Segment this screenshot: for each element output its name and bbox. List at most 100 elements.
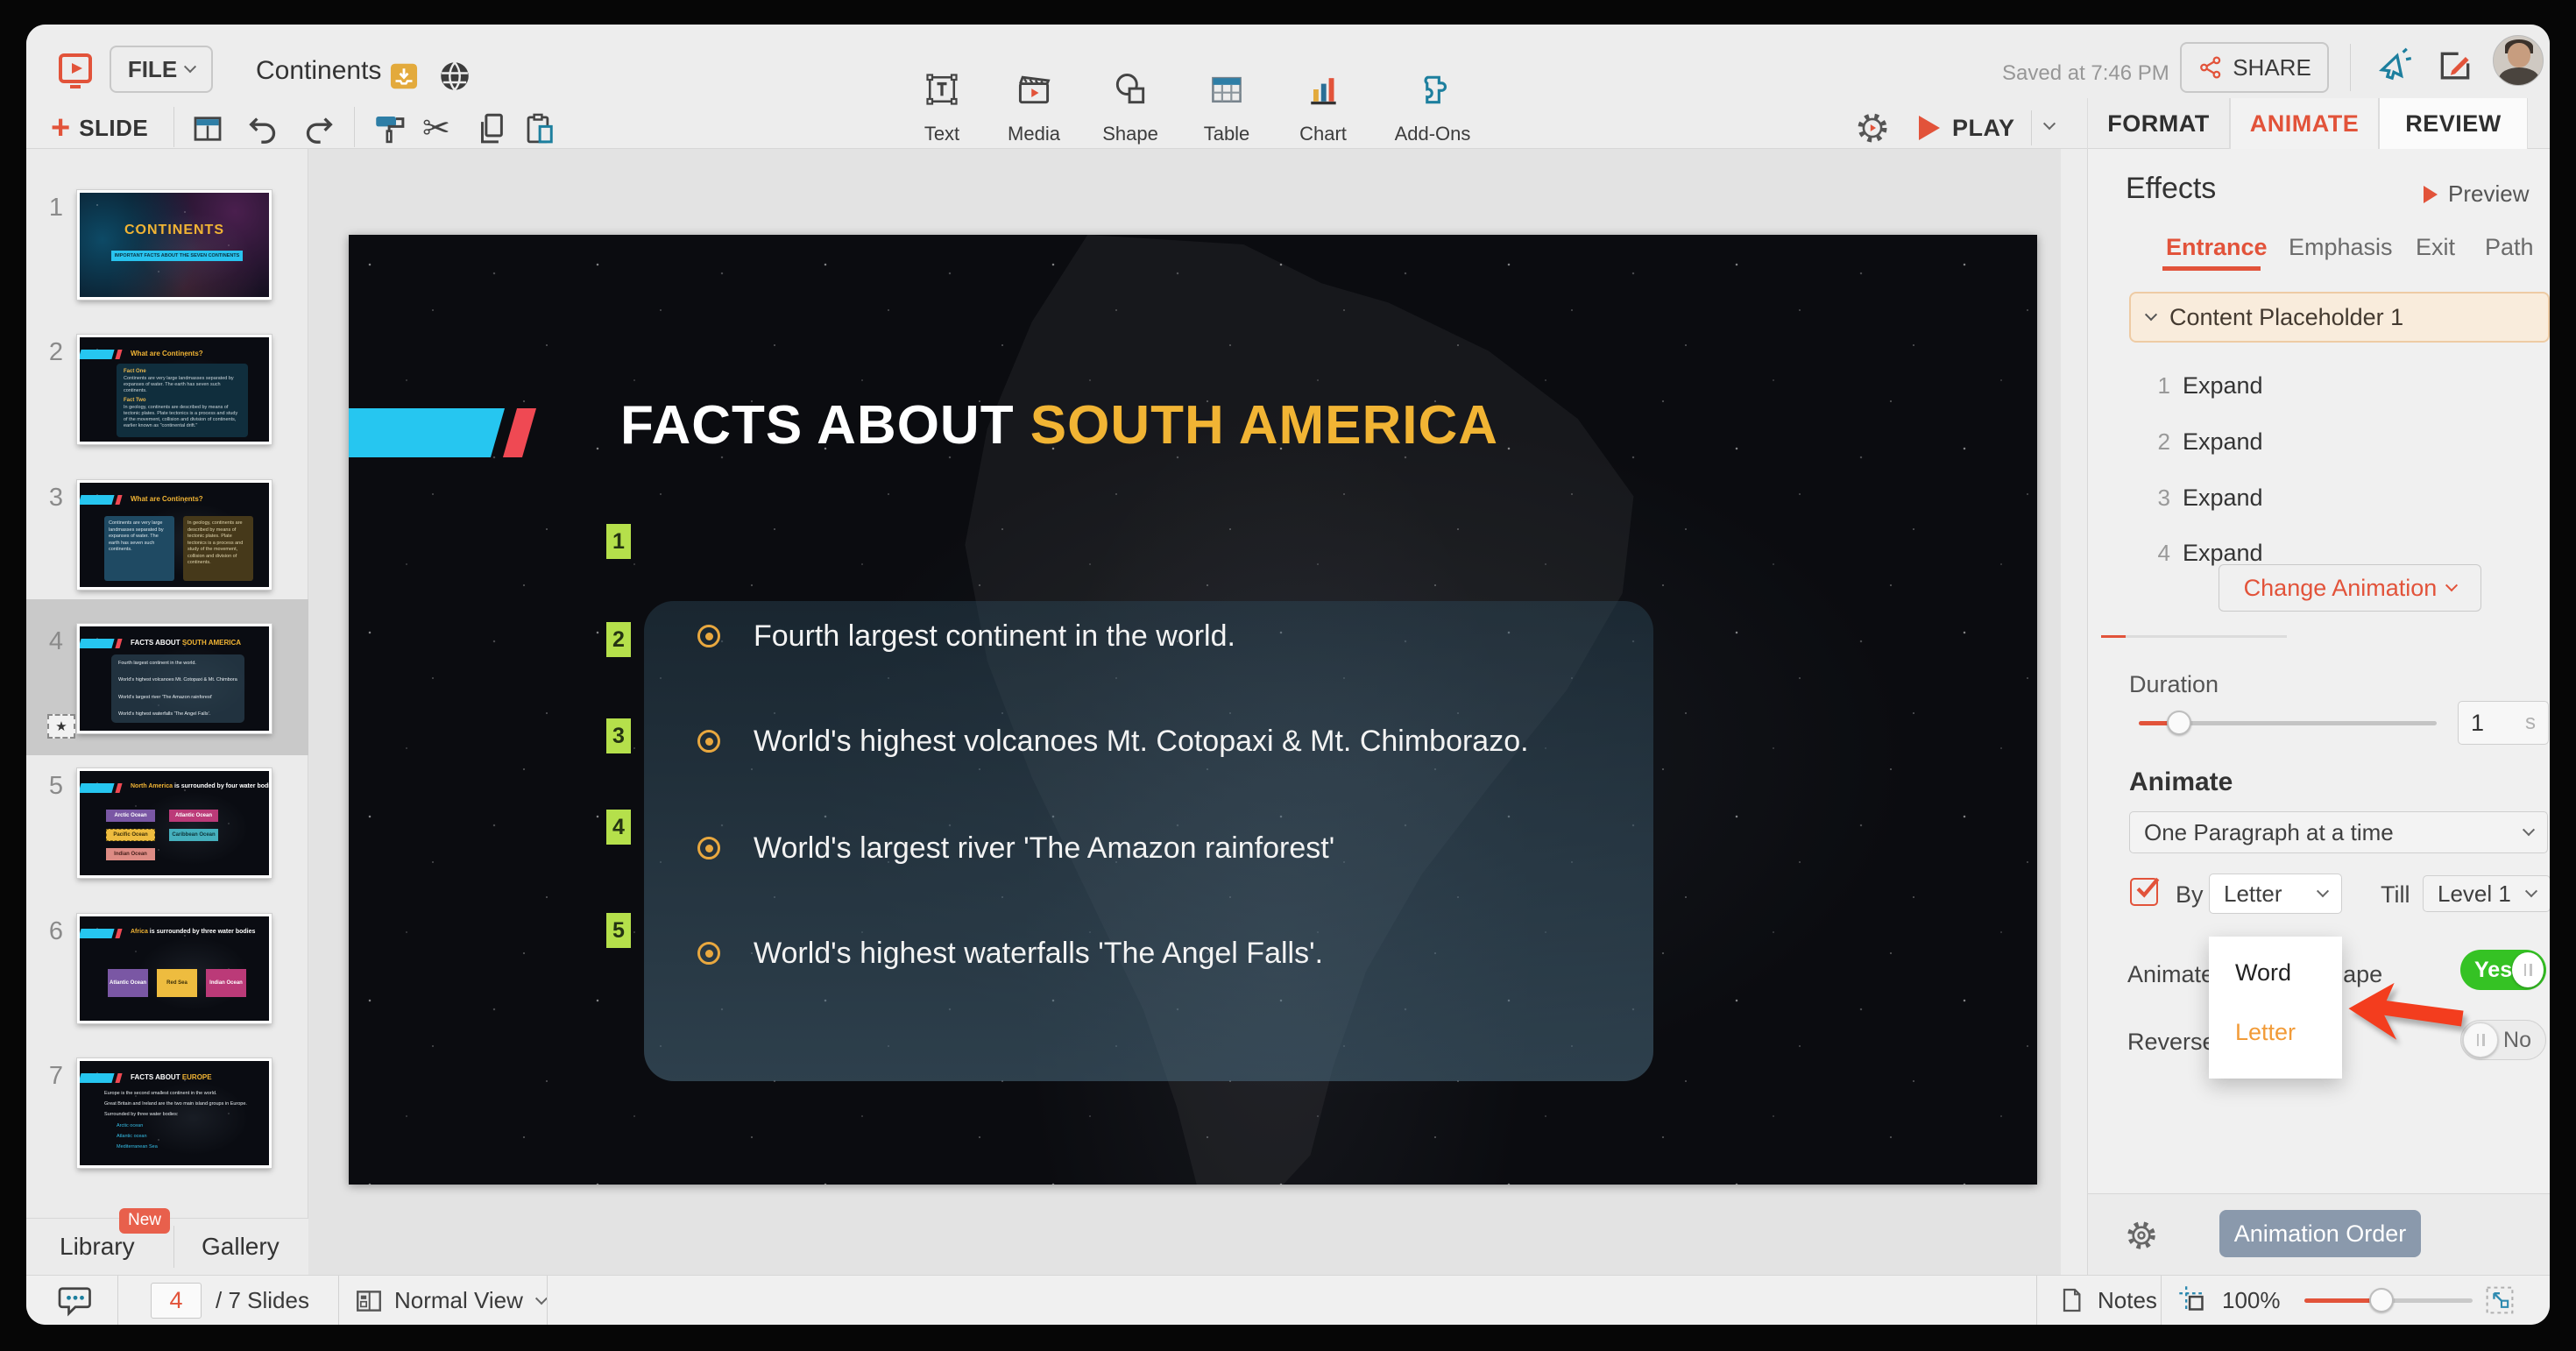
redo-icon[interactable] — [301, 112, 336, 152]
app-logo-icon[interactable] — [54, 47, 96, 95]
animate-shape-toggle[interactable]: Yes — [2460, 950, 2546, 990]
addons-button[interactable]: Add-Ons — [1389, 70, 1476, 145]
change-animation-button[interactable]: Change Animation — [2219, 564, 2481, 612]
thumb2-fact2-label: Fact Two — [124, 398, 146, 403]
reverse-toggle[interactable]: No — [2460, 1020, 2546, 1060]
animation-order-badge[interactable]: 4 — [606, 810, 631, 845]
file-menu-label: FILE — [127, 55, 178, 82]
tab-format[interactable]: FORMAT — [2087, 98, 2230, 149]
document-title[interactable]: Continents — [256, 56, 381, 86]
animation-order-badge[interactable]: 1 — [606, 524, 631, 559]
animation-order-badge[interactable]: 5 — [606, 913, 631, 948]
placeholder-group-header[interactable]: Content Placeholder 1 — [2129, 292, 2550, 343]
tab-entrance[interactable]: Entrance — [2166, 234, 2268, 261]
insert-media-button[interactable]: Media — [990, 70, 1078, 145]
zoom-slider-knob[interactable] — [2369, 1288, 2394, 1312]
cut-icon[interactable]: ✂ — [422, 109, 450, 148]
add-slide-button[interactable]: + SLIDE — [51, 107, 148, 149]
share-button[interactable]: SHARE — [2180, 42, 2329, 93]
play-button[interactable]: PLAY — [1919, 107, 2015, 149]
divider — [2031, 110, 2032, 145]
slide-thumbnail-4[interactable]: FACTS ABOUT SOUTH AMERICA Fourth largest… — [77, 624, 272, 733]
divider — [117, 1276, 118, 1325]
animation-settings-gear-icon[interactable] — [2123, 1217, 2160, 1258]
effect-item[interactable]: 2 Expand — [2088, 421, 2550, 463]
chart-tool-label: Chart — [1299, 123, 1347, 145]
tab-animate[interactable]: ANIMATE — [2230, 98, 2379, 149]
chevron-down-icon — [2316, 885, 2330, 898]
by-select[interactable]: Letter — [2209, 874, 2342, 914]
preview-button[interactable]: Preview — [2424, 180, 2529, 208]
play-label: PLAY — [1952, 114, 2015, 141]
till-select[interactable]: Level 1 — [2423, 875, 2550, 912]
thumb4-title: FACTS ABOUT SOUTH AMERICA — [131, 639, 242, 647]
slide-title[interactable]: FACTS ABOUT SOUTH AMERICA — [620, 394, 1498, 456]
file-menu-button[interactable]: FILE — [110, 46, 213, 93]
current-slide-number: 4 — [169, 1287, 183, 1313]
effect-item[interactable]: 1 Expand — [2088, 364, 2550, 407]
notes-button[interactable]: Notes — [2057, 1286, 2157, 1314]
paste-icon[interactable] — [522, 110, 559, 152]
entrance-tab-underline — [2162, 266, 2261, 271]
slide-thumbnail-6[interactable]: Africa is surrounded by three water bodi… — [77, 914, 272, 1023]
insert-chart-button[interactable]: Chart — [1279, 70, 1367, 145]
fit-to-screen-icon[interactable] — [2485, 1285, 2515, 1319]
present-settings-icon[interactable] — [1853, 109, 1892, 152]
thumb7-sub-bullet: Mediterranean Sea — [117, 1144, 158, 1149]
comments-icon[interactable] — [57, 1284, 94, 1323]
globe-icon[interactable] — [436, 58, 473, 99]
slide-thumbnail-1[interactable]: CONTINENTS IMPORTANT FACTS ABOUT THE SEV… — [77, 190, 272, 300]
dropdown-option-letter[interactable]: Letter — [2209, 1008, 2342, 1056]
slide-thumbnail-3[interactable]: What are Continents? Continents are very… — [77, 480, 272, 590]
announcements-icon[interactable] — [2374, 46, 2415, 90]
status-bar: 4 / 7 Slides Normal View Notes 100% — [26, 1275, 2550, 1325]
divider — [2036, 1276, 2037, 1325]
slide-thumbnail-2[interactable]: What are Continents? Fact One Continents… — [77, 335, 272, 444]
animation-indicator-icon[interactable]: ★ — [47, 714, 75, 739]
undo-icon[interactable] — [245, 112, 280, 152]
feedback-icon[interactable] — [2436, 47, 2474, 90]
paragraph-mode-select[interactable]: One Paragraph at a time — [2129, 811, 2548, 853]
by-checkbox[interactable] — [2130, 877, 2160, 906]
play-options-chevron[interactable] — [2042, 117, 2056, 135]
slide-panel: 1 CONTINENTS IMPORTANT FACTS ABOUT THE S… — [26, 149, 308, 1275]
insert-text-button[interactable]: Text — [898, 70, 986, 145]
duration-value: 1 — [2471, 709, 2485, 736]
tab-exit[interactable]: Exit — [2416, 234, 2455, 261]
thumb4-bullet: World's highest waterfalls 'The Angel Fa… — [118, 711, 211, 717]
insert-shape-button[interactable]: Shape — [1086, 70, 1174, 145]
animation-order-button[interactable]: Animation Order — [2219, 1210, 2421, 1257]
slide-number-field[interactable]: 4 — [151, 1283, 202, 1319]
duration-slider-knob[interactable] — [2167, 711, 2191, 735]
slide-thumbnail-5[interactable]: North America is surrounded by four wate… — [77, 768, 272, 878]
avatar[interactable] — [2493, 35, 2544, 86]
tab-review[interactable]: REVIEW — [2379, 98, 2528, 149]
insert-table-button[interactable]: Table — [1183, 70, 1270, 145]
duration-value-field[interactable]: 1 s — [2458, 701, 2549, 745]
paragraph-mode-value: One Paragraph at a time — [2144, 818, 2394, 845]
library-tab[interactable]: Library — [60, 1233, 135, 1261]
thumb4-bullet: World's largest river 'The Amazon rainfo… — [118, 694, 213, 700]
animation-order-badge[interactable]: 2 — [606, 622, 631, 657]
bullet-icon — [697, 942, 720, 965]
gallery-tab[interactable]: Gallery — [202, 1233, 280, 1261]
view-mode-select[interactable]: Normal View — [394, 1287, 548, 1314]
share-label: SHARE — [2233, 53, 2311, 81]
format-painter-icon[interactable] — [372, 110, 408, 152]
copy-icon[interactable] — [473, 110, 510, 152]
tab-path[interactable]: Path — [2485, 234, 2534, 261]
guides-icon[interactable] — [2178, 1285, 2208, 1319]
shape-tool-icon — [1111, 70, 1150, 109]
slide-bullet: Fourth largest continent in the world. — [697, 612, 1235, 661]
placeholder-label: Content Placeholder 1 — [2169, 303, 2404, 330]
effect-item[interactable]: 3 Expand — [2088, 477, 2550, 519]
animation-order-badge[interactable]: 3 — [606, 718, 631, 753]
plus-icon: + — [51, 110, 71, 146]
slide-thumbnail-7[interactable]: FACTS ABOUT EUROPE Europe is the second … — [77, 1058, 272, 1168]
animate-panel: Effects Preview Entrance Emphasis Exit P… — [2087, 149, 2550, 1275]
slide-canvas[interactable]: FACTS ABOUT SOUTH AMERICA 1 2 3 4 5 Four… — [349, 235, 2037, 1185]
chart-tool-icon — [1304, 70, 1342, 109]
tab-emphasis[interactable]: Emphasis — [2289, 234, 2393, 261]
dropdown-option-word[interactable]: Word — [2209, 949, 2342, 996]
layout-icon[interactable] — [189, 110, 226, 152]
